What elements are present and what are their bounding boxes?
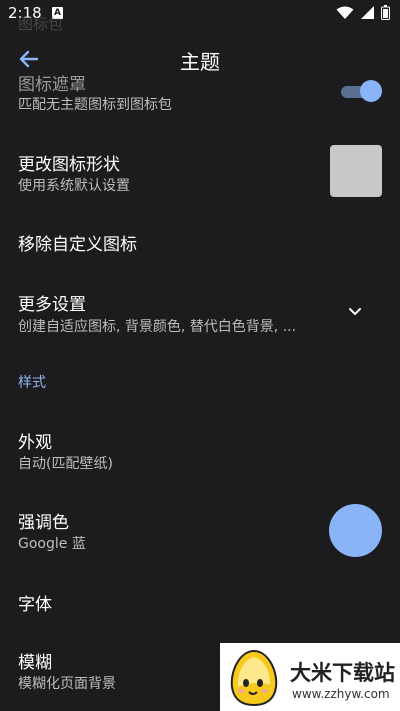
icon-shape-preview[interactable] <box>330 145 382 197</box>
watermark-brand: 大米下载站 <box>290 661 395 685</box>
section-header-style: 样式 <box>18 375 46 391</box>
status-icons <box>336 5 390 20</box>
icon-mask-toggle[interactable] <box>341 80 382 102</box>
setting-title: 强调色 <box>18 513 69 533</box>
chevron-down-icon[interactable] <box>344 304 366 320</box>
setting-subtitle: 模糊化页面背景 <box>18 676 116 692</box>
battery-icon <box>381 5 390 20</box>
setting-subtitle: 匹配无主题图标到图标包 <box>18 97 172 113</box>
setting-appearance[interactable]: 外观 自动(匹配壁纸) <box>0 420 400 476</box>
setting-title: 字体 <box>18 595 52 615</box>
wifi-icon <box>336 6 354 19</box>
setting-title: 更改图标形状 <box>18 155 120 175</box>
setting-more[interactable]: 更多设置 创建自适应图标, 背景颜色, 替代白色背景, ... <box>0 282 400 338</box>
toggle-thumb <box>360 80 382 102</box>
egg-mascot-logo <box>230 649 278 707</box>
accent-color-swatch[interactable] <box>329 504 382 557</box>
scrolled-row-ghost: 图标包 <box>18 15 64 33</box>
setting-icon-mask[interactable]: 图标遮罩 匹配无主题图标到图标包 <box>0 68 400 124</box>
signal-icon <box>361 6 374 19</box>
setting-subtitle: 自动(匹配壁纸) <box>18 456 113 472</box>
setting-title: 模糊 <box>18 653 52 673</box>
setting-title: 图标遮罩 <box>18 75 86 95</box>
setting-subtitle: 创建自适应图标, 背景颜色, 替代白色背景, ... <box>18 319 297 335</box>
setting-remove-custom-icons[interactable]: 移除自定义图标 <box>0 220 400 264</box>
watermark: 大米下载站 www.zzhyw.com <box>220 643 400 711</box>
watermark-url: www.zzhyw.com <box>292 687 390 701</box>
setting-subtitle: 使用系统默认设置 <box>18 178 130 194</box>
setting-title: 外观 <box>18 433 52 453</box>
setting-subtitle: Google 蓝 <box>18 536 86 552</box>
setting-font[interactable]: 字体 <box>0 580 400 624</box>
setting-title: 更多设置 <box>18 295 86 315</box>
setting-title: 移除自定义图标 <box>18 235 137 255</box>
